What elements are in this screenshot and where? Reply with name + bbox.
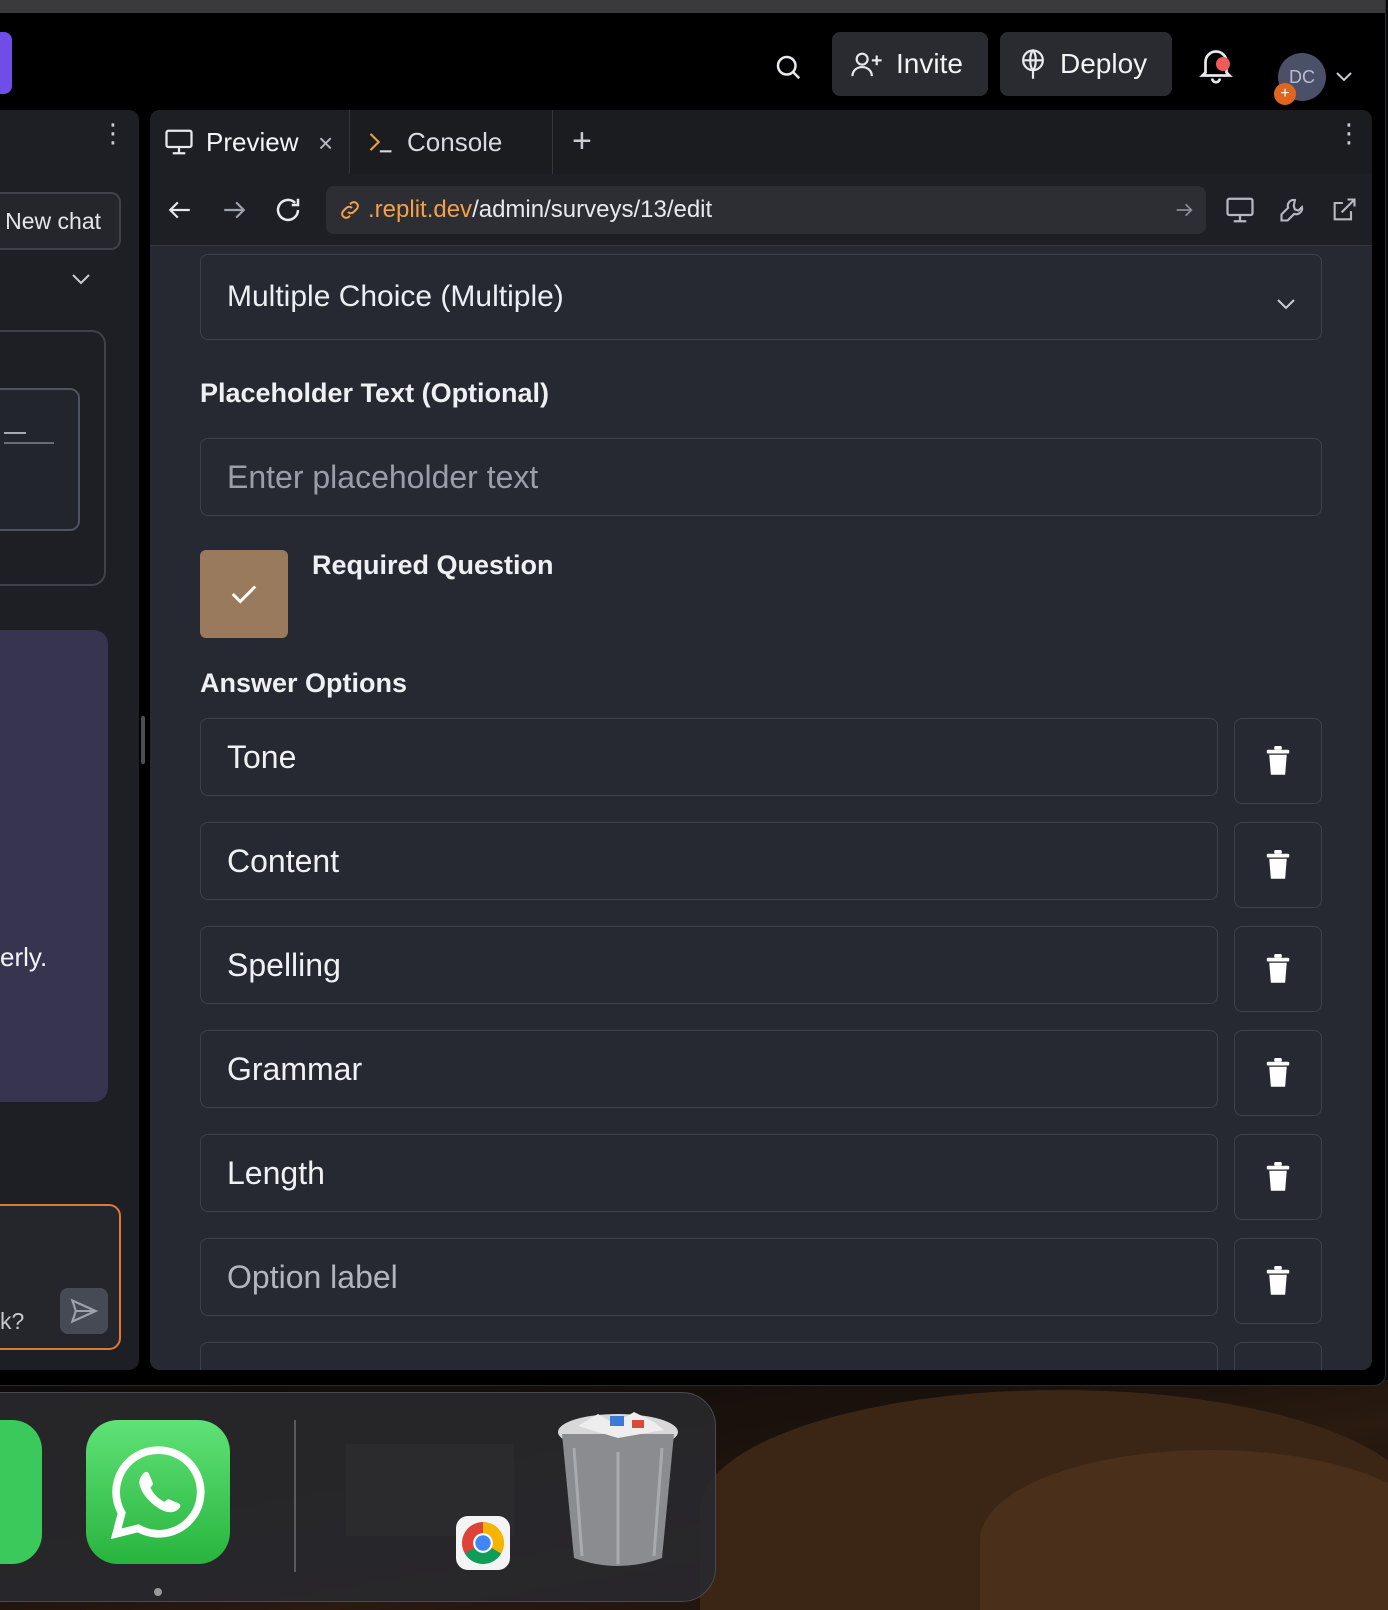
chevron-down-icon[interactable] (70, 272, 92, 291)
avatar-initials: DC (1289, 66, 1315, 87)
trash-app-icon[interactable] (554, 1408, 682, 1570)
tab-console[interactable]: Console (351, 110, 553, 174)
invite-label: Invite (896, 48, 963, 79)
required-label: Required Question (312, 550, 554, 580)
preview-panel: Preview × Console + ⋮ .replit.dev/admin/ (150, 110, 1372, 1370)
chat-message-text: erly. (0, 942, 48, 972)
agent-panel: ⋮ New chat erly. k? (0, 110, 139, 1370)
chrome-icon (462, 1522, 504, 1564)
trash-icon (1266, 746, 1290, 775)
trash-bin-icon (558, 1412, 678, 1566)
delete-option-button[interactable] (1234, 926, 1322, 1012)
trash-icon (1266, 1266, 1290, 1295)
option-row: Tone (200, 718, 1322, 804)
monitor-icon (165, 129, 193, 155)
refresh-icon[interactable] (270, 192, 306, 228)
delete-option-button[interactable] (1234, 1238, 1322, 1324)
required-checkbox[interactable] (200, 550, 288, 638)
kebab-icon[interactable]: ⋮ (100, 120, 126, 146)
delete-option-button[interactable] (1234, 1342, 1322, 1370)
option-input[interactable]: Content (200, 822, 1218, 900)
question-type-value: Multiple Choice (Multiple) (227, 280, 564, 313)
thumbnail-line (4, 442, 54, 444)
option-input[interactable]: Spelling (200, 926, 1218, 1004)
option-row (200, 1342, 1322, 1370)
chat-message-bubble (0, 630, 108, 1102)
answer-options-label: Answer Options (200, 668, 408, 698)
new-chat-button[interactable]: New chat (0, 192, 121, 250)
chevron-down-icon (1275, 285, 1297, 319)
placeholder-input[interactable]: Enter placeholder text (200, 438, 1322, 516)
trash-icon (1266, 1162, 1290, 1191)
link-icon (341, 201, 359, 219)
deploy-button[interactable]: Deploy (1000, 32, 1172, 96)
avatar-badge-icon: + (1274, 83, 1296, 105)
send-icon (70, 1298, 98, 1324)
whatsapp-icon (110, 1446, 205, 1540)
dock-divider (294, 1420, 296, 1572)
invite-button[interactable]: Invite (832, 32, 988, 96)
option-row: Spelling (200, 926, 1322, 1012)
delete-option-button[interactable] (1234, 822, 1322, 908)
chrome-app-icon (456, 1516, 510, 1570)
option-input[interactable]: Tone (200, 718, 1218, 796)
url-bar: .replit.dev/admin/surveys/13/edit (150, 174, 1372, 246)
trash-icon (1266, 850, 1290, 879)
thumbnail-line (4, 432, 26, 434)
replit-window: Invite Deploy DC + ⋮ New chat erly. k? P… (0, 0, 1386, 1386)
external-link-icon[interactable] (1326, 192, 1362, 228)
add-user-icon (851, 52, 882, 77)
terminal-icon (369, 133, 392, 153)
running-indicator (154, 1588, 162, 1596)
url-host: .replit.dev (368, 196, 473, 223)
os-title-strip (0, 0, 1385, 13)
panel-resize-handle[interactable] (141, 716, 145, 764)
option-input[interactable]: Option label (200, 1238, 1218, 1316)
option-input[interactable]: Grammar (200, 1030, 1218, 1108)
send-button[interactable] (60, 1288, 108, 1334)
tab-console-label: Console (407, 126, 503, 157)
kebab-icon[interactable]: ⋮ (1336, 120, 1362, 146)
option-row: Content (200, 822, 1322, 908)
option-input[interactable]: Length (200, 1134, 1218, 1212)
url-path: /admin/surveys/13/edit (472, 196, 713, 223)
notification-dot (1216, 57, 1230, 71)
delete-option-button[interactable] (1234, 1134, 1322, 1220)
option-input[interactable] (200, 1342, 1218, 1370)
deploy-icon (1022, 48, 1044, 79)
option-row: Grammar (200, 1030, 1322, 1116)
go-arrow-icon[interactable] (1166, 192, 1202, 228)
whatsapp-app-icon[interactable] (86, 1420, 230, 1564)
trash-icon (1266, 954, 1290, 983)
delete-option-button[interactable] (1234, 718, 1322, 804)
monitor-icon[interactable] (1222, 192, 1258, 228)
option-row: Length (200, 1134, 1322, 1220)
search-icon[interactable] (768, 47, 808, 87)
top-bar: Invite Deploy DC + (0, 13, 1385, 110)
brand-button[interactable] (0, 32, 12, 94)
option-row: Option label (200, 1238, 1322, 1324)
question-type-select[interactable]: Multiple Choice (Multiple) (200, 254, 1322, 340)
screenshot-thumbnail (0, 388, 80, 531)
new-chat-label: New chat (5, 207, 101, 234)
deploy-label: Deploy (1060, 48, 1148, 79)
tab-bar: Preview × Console + ⋮ (150, 110, 1372, 174)
arrow-left-icon[interactable] (162, 192, 198, 228)
placeholder-label: Placeholder Text (Optional) (200, 378, 550, 408)
tab-preview-label: Preview (206, 126, 299, 157)
survey-edit-form: Multiple Choice (Multiple) Placeholder T… (150, 246, 1372, 1370)
chat-input-placeholder: k? (0, 1308, 25, 1334)
arrow-right-icon[interactable] (216, 192, 252, 228)
delete-option-button[interactable] (1234, 1030, 1322, 1116)
chevron-down-icon[interactable] (1334, 69, 1354, 88)
check-icon (231, 585, 257, 604)
url-input[interactable]: .replit.dev/admin/surveys/13/edit (326, 186, 1206, 234)
close-icon[interactable]: × (318, 128, 333, 159)
plus-icon[interactable]: + (572, 122, 592, 161)
wrench-icon[interactable] (1274, 192, 1310, 228)
trash-icon (1266, 1058, 1290, 1087)
messages-app-icon[interactable] (0, 1420, 42, 1564)
